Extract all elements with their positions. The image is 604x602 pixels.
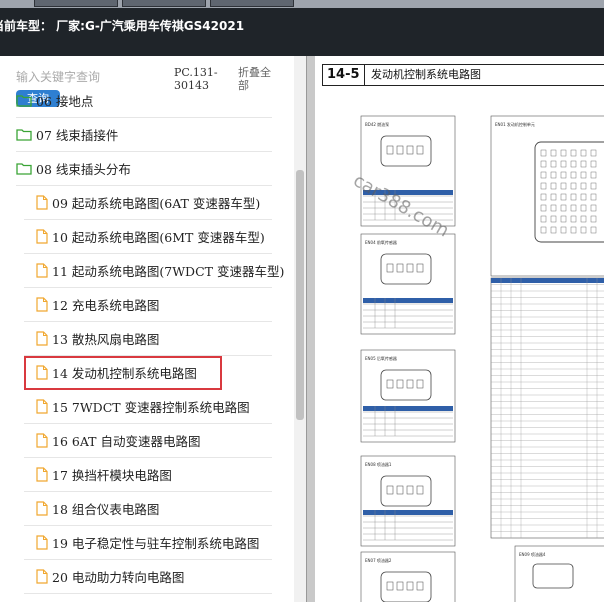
- tree-item-label: 08 线束插头分布: [36, 162, 131, 177]
- tree-item-label: 19 电子稳定性与驻车控制系统电路图: [52, 536, 260, 551]
- tree-item-label: 18 组合仪表电路图: [52, 502, 160, 517]
- connector-label: EN08 喷油器1: [365, 461, 392, 467]
- tree-item-label: 17 换挡杆模块电路图: [52, 468, 172, 483]
- tree-item-label: 16 6AT 自动变速器电路图: [52, 434, 201, 449]
- table-header: [363, 510, 453, 515]
- connector-label: EN07 喷油器2: [365, 557, 392, 563]
- tree-item[interactable]: 09 起动系统电路图(6AT 变速器车型): [24, 186, 272, 220]
- file-icon: [36, 569, 48, 584]
- tree-item-label: 12 充电系统电路图: [52, 298, 160, 313]
- sidebar-panel: 查询 PC.131-30143 折叠全部 06 接地点07 线束插接件08 线束…: [0, 56, 306, 602]
- tree-item-label: 13 散热风扇电路图: [52, 332, 160, 347]
- tree-item-label: 15 7WDCT 变速器控制系统电路图: [52, 400, 250, 415]
- tree-item-label: 06 接地点: [36, 94, 94, 109]
- wiring-diagram-page: BD42 燃油泵 EN04 前氧传感器 EN05 后氧传感器 EN08 喷油器1 EN0…: [360, 115, 604, 602]
- tree-item[interactable]: 06 接地点: [16, 84, 272, 118]
- tree-item-label: 14 发动机控制系统电路图: [52, 366, 197, 381]
- tree-item-label: 10 起动系统电路图(6MT 变速器车型): [52, 230, 265, 245]
- file-icon: [36, 399, 48, 414]
- tree-item[interactable]: 15 7WDCT 变速器控制系统电路图: [24, 390, 272, 424]
- connector-label: EN05 后氧传感器: [365, 355, 397, 361]
- tree-item[interactable]: 18 组合仪表电路图: [24, 492, 272, 526]
- pane-divider[interactable]: [306, 56, 315, 602]
- header-bar: 当前车型： 厂家:G-广汽乘用车传祺GS42021: [0, 8, 604, 56]
- tree-item-label: 09 起动系统电路图(6AT 变速器车型): [52, 196, 261, 211]
- tree-item[interactable]: 13 散热风扇电路图: [24, 322, 272, 356]
- folder-icon: [16, 129, 32, 141]
- file-icon: [36, 331, 48, 346]
- table-header: [363, 298, 453, 303]
- tree-item-label: 07 线束插接件: [36, 128, 119, 143]
- connector-box: [490, 115, 604, 277]
- connector-label: EN04 前氧传感器: [365, 239, 397, 245]
- file-icon: [36, 467, 48, 482]
- file-icon: [36, 433, 48, 448]
- document-viewer[interactable]: 14-5 发动机控制系统电路图 BD42 燃油泵 EN04 前氧传感器 EN05 后…: [315, 56, 604, 602]
- file-icon: [36, 535, 48, 550]
- toolbar-button-3[interactable]: [210, 0, 294, 7]
- table-header: [363, 406, 453, 411]
- tree-item-label: 20 电动助力转向电路图: [52, 570, 185, 585]
- tree-item[interactable]: 19 电子稳定性与驻车控制系统电路图: [24, 526, 272, 560]
- file-icon: [36, 501, 48, 516]
- file-icon: [36, 195, 48, 210]
- folder-icon: [16, 163, 32, 175]
- connector-label: EN01 发动机控制单元: [495, 121, 535, 127]
- tree-item[interactable]: 17 换挡杆模块电路图: [24, 458, 272, 492]
- connector-label: BD42 燃油泵: [365, 121, 389, 127]
- tree-item[interactable]: 08 线束插头分布: [16, 152, 272, 186]
- toolbar-button-1[interactable]: [34, 0, 118, 7]
- window-top-strip: [0, 0, 604, 8]
- tree-item-label: 11 起动系统电路图(7WDCT 变速器车型): [52, 264, 285, 279]
- file-icon: [36, 297, 48, 312]
- tree-item[interactable]: 16 6AT 自动变速器电路图: [24, 424, 272, 458]
- file-icon: [36, 229, 48, 244]
- file-icon: [36, 263, 48, 278]
- tree-item[interactable]: 20 电动助力转向电路图: [24, 560, 272, 594]
- tree-item[interactable]: 10 起动系统电路图(6MT 变速器车型): [24, 220, 272, 254]
- tree-item[interactable]: 07 线束插接件: [16, 118, 272, 152]
- tree-item[interactable]: 11 起动系统电路图(7WDCT 变速器车型): [24, 254, 284, 288]
- tree-item[interactable]: 12 充电系统电路图: [24, 288, 272, 322]
- sidebar-scrollbar-thumb[interactable]: [296, 170, 304, 420]
- folder-icon: [16, 95, 32, 107]
- file-icon: [36, 365, 48, 380]
- tree-item[interactable]: 14 发动机控制系统电路图: [24, 356, 222, 390]
- current-car-model-label: 当前车型： 厂家:G-广汽乘用车传祺GS42021: [0, 19, 245, 33]
- connector-label: EN09 喷油器4: [519, 551, 546, 557]
- toolbar-button-2[interactable]: [122, 0, 206, 7]
